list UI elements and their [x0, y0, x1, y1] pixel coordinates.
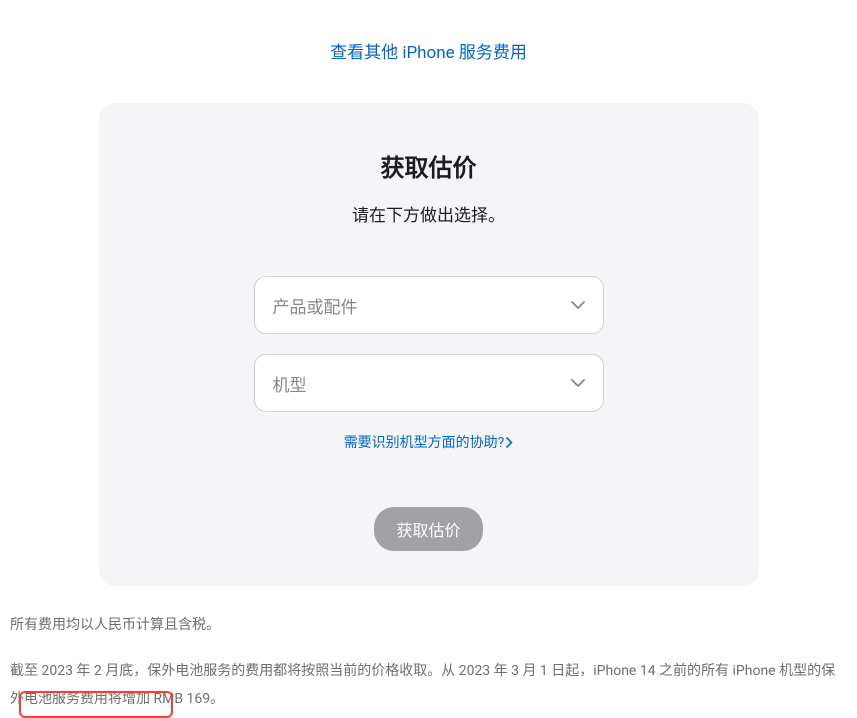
model-help-link-text: 需要识别机型方面的协助? — [344, 432, 505, 452]
model-select[interactable]: 机型 — [254, 354, 604, 412]
footer-tax-note: 所有费用均以人民币计算且含税。 — [10, 611, 847, 639]
chevron-down-icon — [571, 298, 585, 312]
estimate-card: 获取估价 请在下方做出选择。 产品或配件 机型 需要识别机型方面的协助? 获取估… — [99, 103, 759, 586]
footer-price-increase-note: 截至 2023 年 2 月底，保外电池服务的费用都将按照当前的价格收取。从 20… — [10, 657, 847, 713]
product-select[interactable]: 产品或配件 — [254, 276, 604, 334]
card-subtitle: 请在下方做出选择。 — [139, 201, 719, 226]
model-select-placeholder: 机型 — [273, 371, 307, 396]
product-select-placeholder: 产品或配件 — [273, 293, 358, 318]
model-help-link[interactable]: 需要识别机型方面的协助? — [344, 432, 514, 452]
other-iphone-services-link[interactable]: 查看其他 iPhone 服务费用 — [330, 43, 527, 63]
chevron-down-icon — [571, 376, 585, 390]
chevron-right-icon — [506, 437, 513, 448]
card-title: 获取估价 — [139, 148, 719, 183]
get-estimate-button[interactable]: 获取估价 — [374, 507, 482, 551]
